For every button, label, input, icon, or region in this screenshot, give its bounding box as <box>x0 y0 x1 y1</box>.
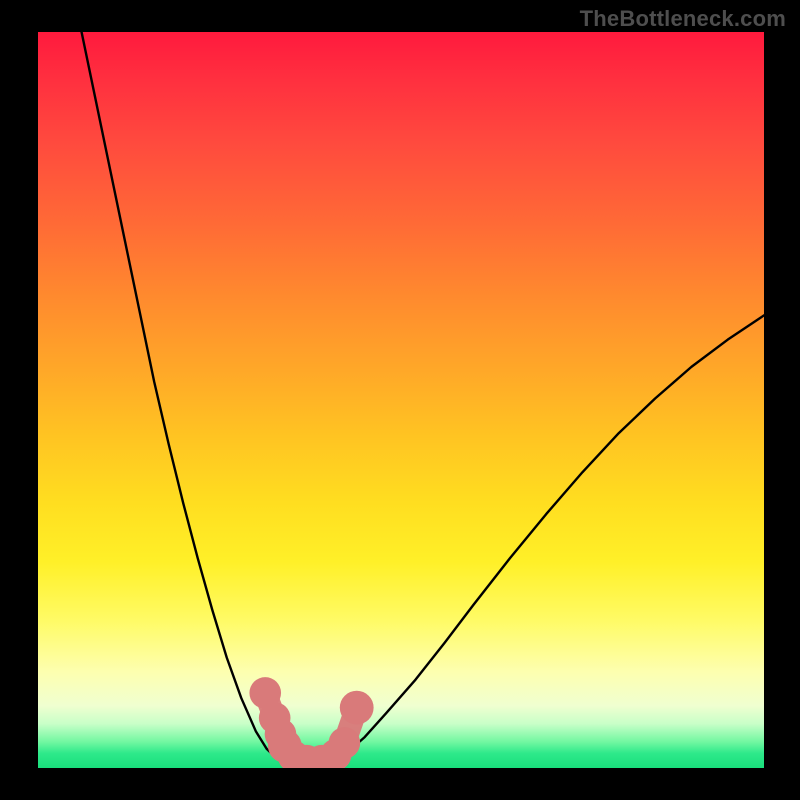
plot-area <box>38 32 764 768</box>
watermark-label: TheBottleneck.com <box>580 6 786 32</box>
marker-dot <box>329 727 361 759</box>
bottleneck-curve-path <box>82 32 764 767</box>
chart-frame: TheBottleneck.com <box>0 0 800 800</box>
chart-svg-layer <box>38 32 764 768</box>
marker-dot <box>340 691 374 725</box>
bottleneck-curve <box>82 32 764 767</box>
highlight-markers <box>249 677 373 768</box>
